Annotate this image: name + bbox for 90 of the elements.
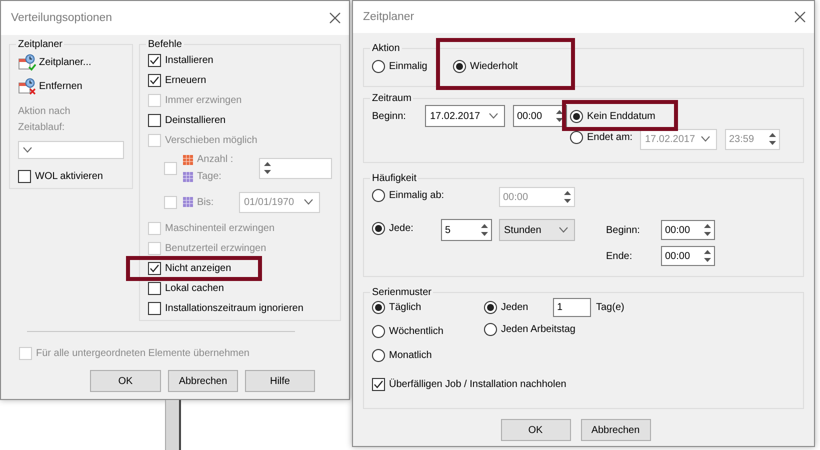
checkbox-icon[interactable] [148,114,161,126]
calendar-clock-icon [18,54,36,70]
action-radio[interactable]: Einmalig [372,60,453,72]
grid-icon [183,197,193,207]
action-radio[interactable]: Wiederholt [453,60,795,72]
start-time-field[interactable]: 00:00 [661,220,715,240]
scheduler-action-button[interactable]: Zeitplaner... [18,50,124,74]
calendar-clock-icon [18,78,36,94]
end-time-field[interactable]: 00:00 [661,246,715,266]
checkbox-icon[interactable] [148,74,161,86]
radio-icon[interactable] [372,60,385,72]
radio-icon[interactable] [372,189,385,202]
grid-icon [183,172,193,182]
checkbox-icon[interactable] [148,282,161,294]
command-checkbox[interactable]: Deinstallieren [148,114,226,126]
day-count-field[interactable]: 1 [553,298,591,317]
frequency-radio[interactable]: Einmalig ab: [372,189,444,202]
spin-arrows-icon [768,131,777,147]
start-label: Beginn: [606,224,640,236]
splitter-bar [165,400,181,450]
interval-field[interactable]: 5 [441,219,492,241]
scheduler-action-button[interactable]: Entfernen [18,74,124,98]
checkbox-icon[interactable] [148,262,161,274]
end-radio[interactable]: Endet am: [570,131,633,144]
chevron-down-icon [23,147,32,153]
timeout-action-label: Aktion nach Zeitablauf: [18,105,72,135]
dialog-button[interactable]: Abbrechen [580,419,650,441]
days-label: Tage: [197,171,222,182]
group-title: Häufigkeit [371,173,418,184]
window-title: Zeitplaner [363,11,414,23]
radio-icon[interactable] [570,110,583,122]
command-checkbox[interactable]: Nicht anzeigen [148,262,232,274]
command-checkbox[interactable]: Lokal cachen [148,282,224,294]
checkbox-icon[interactable] [18,170,31,182]
checkbox-icon[interactable] [148,54,161,66]
pattern-radio[interactable]: Monatlich [372,348,432,362]
group-title: Zeitraum [371,93,412,104]
spin-arrows-icon [555,108,564,124]
start-time-field[interactable]: 00:00 [513,105,567,127]
window-title: Verteilungsoptionen [11,12,112,24]
close-icon[interactable] [329,12,341,24]
day-unit-label: Tag(e) [596,302,626,313]
spin-arrows-icon [263,160,272,176]
daily-option-radio[interactable]: Jeden Arbeitstag [484,323,576,336]
frequency-radio[interactable]: Jede: [372,222,414,235]
start-date-dropdown[interactable]: 17.02.2017 [425,105,505,127]
group-title: Befehle [147,39,183,50]
until-label: Bis: [197,196,214,208]
dialog-button[interactable]: OK [90,370,161,392]
unit-dropdown[interactable]: Stunden [499,219,575,241]
dialog-button[interactable]: Abbrechen [168,370,238,392]
radio-icon[interactable] [453,60,466,72]
command-checkbox[interactable]: Installieren [148,54,214,66]
chevron-down-icon [701,136,710,142]
pattern-radio[interactable]: Wöchentlich [372,324,444,338]
spin-arrows-icon [703,248,712,264]
dialog-button[interactable]: Hilfe [245,370,315,392]
checkbox-icon[interactable] [372,378,385,390]
count-label: Anzahl : [197,154,234,165]
spin-arrows-icon [563,189,572,205]
dialog-button[interactable]: OK [500,419,570,441]
grid-icon [183,154,193,164]
radio-icon[interactable] [570,131,583,144]
end-radio[interactable]: Kein Enddatum [570,110,656,122]
end-time-field[interactable]: 23:59 [725,128,780,150]
radio-icon[interactable] [372,301,385,314]
end-label: Ende: [606,250,632,262]
days-field[interactable] [259,158,332,178]
start-label: Beginn: [372,110,407,122]
radio-icon[interactable] [484,301,497,314]
command-checkbox[interactable]: Installationszeitraum ignorieren [148,302,304,314]
pattern-radio[interactable]: Täglich [372,301,484,314]
chevron-down-icon [489,113,498,119]
spin-arrows-icon [480,222,489,238]
radio-icon[interactable] [372,324,385,338]
radio-icon[interactable] [484,323,497,336]
catch-up-checkbox[interactable]: Überfälligen Job / Installation nachholen [372,378,566,390]
group-title: Serienmuster [371,287,432,298]
spin-arrows-icon [703,222,712,238]
chevron-down-icon [559,227,568,233]
group-title: Zeitplaner [17,39,64,50]
radio-icon[interactable] [372,348,385,362]
radio-icon[interactable] [372,222,385,235]
wol-checkbox[interactable]: WOL aktivieren [18,170,103,182]
daily-option-radio[interactable]: Jeden [484,301,553,314]
chevron-down-icon [304,199,313,205]
command-checkbox[interactable]: Erneuern [148,74,206,86]
checkbox-icon[interactable] [148,302,161,314]
group-title: Aktion [371,43,401,54]
close-icon[interactable] [794,11,806,23]
